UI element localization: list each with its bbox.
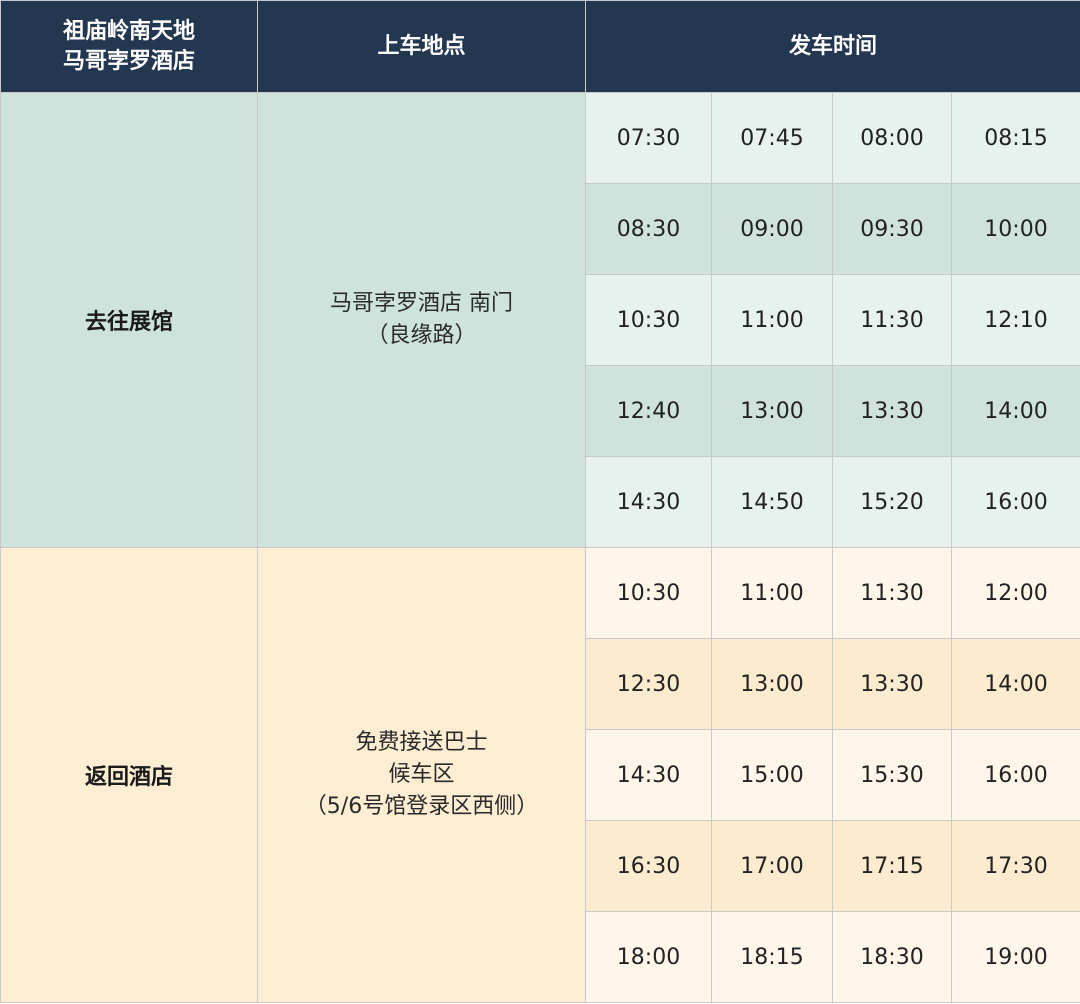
pickup-location-hotel: 马哥孛罗酒店 南门 （良缘路）	[257, 92, 586, 548]
pickup-location-header: 上车地点	[257, 0, 586, 93]
time-cell: 08:00	[832, 92, 952, 184]
pickup-location-venue: 免费接送巴士 候车区 （5/6号馆登录区西侧）	[257, 547, 586, 1003]
time-cell: 15:30	[832, 729, 952, 821]
time-cell: 10:30	[585, 547, 712, 639]
time-cell: 13:30	[832, 638, 952, 730]
time-cell: 18:15	[711, 911, 833, 1003]
direction-to-venue: 去往展馆	[0, 92, 258, 548]
time-cell: 16:30	[585, 820, 712, 912]
time-cell: 11:30	[832, 547, 952, 639]
hotel-name-line-1: 祖庙岭南天地	[62, 18, 195, 44]
time-cell: 13:00	[711, 365, 833, 457]
time-cell: 10:30	[585, 274, 712, 366]
time-cell: 07:45	[711, 92, 833, 184]
table-row: 去往展馆 马哥孛罗酒店 南门 （良缘路） 07:30 07:45 08:00 0…	[0, 92, 1080, 548]
time-cell: 17:30	[950, 820, 1080, 912]
time-cell: 17:00	[711, 820, 833, 912]
time-cell: 17:15	[832, 820, 952, 912]
time-cell: 18:30	[832, 911, 952, 1003]
time-cell: 08:30	[585, 183, 712, 275]
time-cell: 14:50	[711, 456, 833, 548]
time-cell: 11:30	[832, 274, 952, 366]
time-cell: 08:15	[950, 92, 1080, 184]
shuttle-schedule-table: 祖庙岭南天地 马哥孛罗酒店 上车地点 发车时间 去往展馆 马哥孛罗酒店 南门 （…	[0, 0, 1080, 1003]
location-line: 马哥孛罗酒店 南门	[330, 291, 513, 316]
time-cell: 15:20	[832, 456, 952, 548]
time-cell: 14:30	[585, 456, 712, 548]
time-cell: 19:00	[950, 911, 1080, 1003]
departure-times-header: 发车时间	[584, 0, 1080, 93]
hotel-name-header: 祖庙岭南天地 马哥孛罗酒店	[0, 0, 258, 93]
direction-to-hotel: 返回酒店	[0, 547, 258, 1003]
time-cell: 12:00	[950, 547, 1080, 639]
header-row: 祖庙岭南天地 马哥孛罗酒店 上车地点 发车时间	[0, 0, 1080, 93]
time-cell: 13:30	[832, 365, 952, 457]
time-cell: 09:00	[711, 183, 833, 275]
time-cell: 15:00	[711, 729, 833, 821]
time-cell: 12:30	[585, 638, 712, 730]
time-cell: 16:00	[950, 456, 1080, 548]
time-cell: 09:30	[832, 183, 952, 275]
time-cell: 14:00	[950, 365, 1080, 457]
time-cell: 14:30	[585, 729, 712, 821]
hotel-name-line-2: 马哥孛罗酒店	[62, 48, 195, 74]
time-cell: 18:00	[585, 911, 712, 1003]
time-cell: 11:00	[711, 274, 833, 366]
location-line: 免费接送巴士	[355, 730, 488, 755]
time-cell: 14:00	[950, 638, 1080, 730]
time-cell: 10:00	[950, 183, 1080, 275]
time-cell: 16:00	[950, 729, 1080, 821]
time-cell: 13:00	[711, 638, 833, 730]
location-line: （良缘路）	[366, 323, 477, 348]
time-cell: 11:00	[711, 547, 833, 639]
time-cell: 12:40	[585, 365, 712, 457]
location-line: 候车区	[388, 762, 455, 787]
time-cell: 12:10	[950, 274, 1080, 366]
time-cell: 07:30	[585, 92, 712, 184]
table-row: 返回酒店 免费接送巴士 候车区 （5/6号馆登录区西侧） 10:30 11:00…	[0, 547, 1080, 1003]
location-line: （5/6号馆登录区西侧）	[304, 794, 539, 819]
